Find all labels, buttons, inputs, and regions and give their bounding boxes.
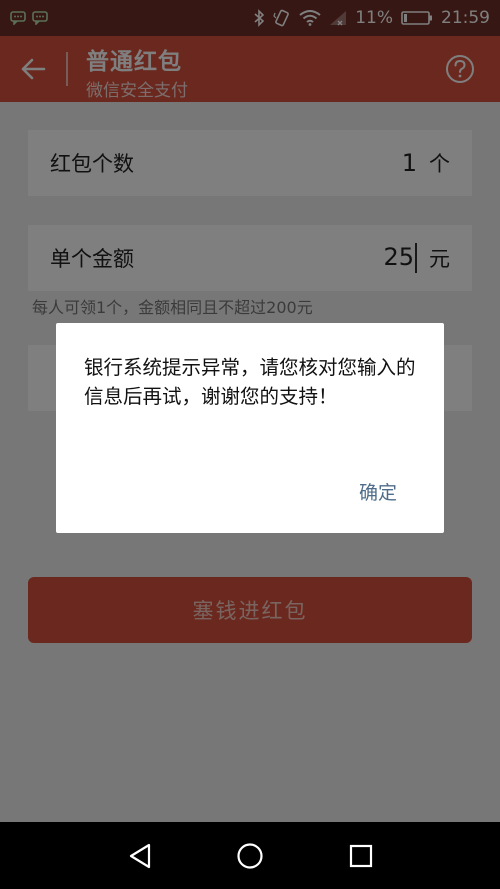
- nav-back-button[interactable]: [124, 840, 156, 872]
- triangle-back-icon: [129, 843, 151, 869]
- circle-home-icon: [237, 843, 263, 869]
- square-recents-icon: [349, 844, 373, 868]
- screen: 11% 21:59 普通红包 微信安全支付 红包个数 1 个 单个金额 25 元: [0, 0, 500, 889]
- dialog-message: 银行系统提示异常，请您核对您输入的信息后再试，谢谢您的支持！: [84, 356, 416, 408]
- nav-home-button[interactable]: [234, 840, 266, 872]
- alert-dialog: 银行系统提示异常，请您核对您输入的信息后再试，谢谢您的支持！ 确定: [56, 323, 444, 533]
- navigation-bar: [0, 822, 500, 889]
- dialog-confirm-button[interactable]: 确定: [342, 473, 414, 509]
- nav-recents-button[interactable]: [345, 840, 377, 872]
